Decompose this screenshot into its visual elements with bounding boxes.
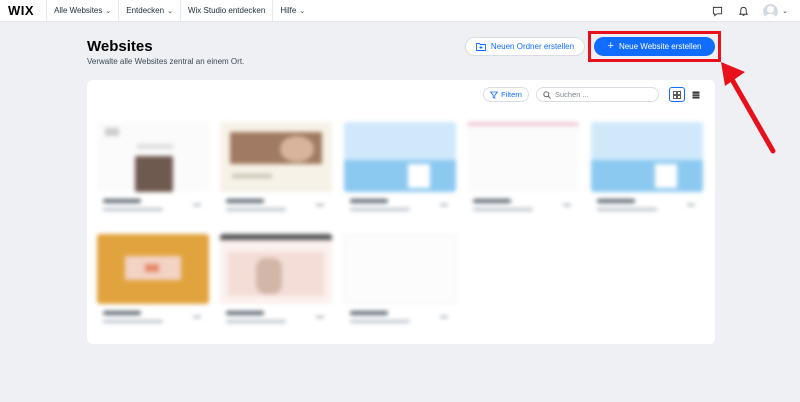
search-placeholder: Suchen ... — [555, 90, 589, 99]
create-folder-button[interactable]: Neuen Ordner erstellen — [465, 37, 585, 56]
website-name — [226, 311, 264, 315]
website-name — [350, 311, 388, 315]
more-icon[interactable] — [687, 204, 695, 206]
website-card[interactable] — [344, 122, 456, 218]
website-meta — [350, 320, 410, 323]
website-meta — [597, 208, 657, 211]
create-website-label: Neue Website erstellen — [618, 42, 702, 51]
more-icon[interactable] — [563, 204, 571, 206]
filter-button[interactable]: Filtern — [483, 87, 529, 102]
page-subtitle: Verwalte alle Websites zentral an einem … — [87, 57, 245, 66]
plus-icon: + — [607, 40, 614, 52]
filter-icon — [490, 91, 499, 99]
website-thumbnail — [97, 122, 209, 192]
more-icon[interactable] — [316, 316, 324, 318]
website-thumbnail — [220, 122, 332, 192]
chevron-down-icon: ⌄ — [299, 7, 306, 15]
folder-plus-icon — [475, 43, 486, 51]
more-icon[interactable] — [193, 204, 201, 206]
top-right-controls: ⌄ — [711, 0, 788, 22]
website-meta — [226, 320, 286, 323]
nav-label: Wix Studio entdecken — [187, 6, 266, 15]
website-meta — [103, 320, 163, 323]
website-card[interactable] — [97, 234, 209, 330]
grid-view-toggle[interactable] — [669, 87, 685, 102]
more-icon[interactable] — [440, 316, 448, 318]
nav-discover[interactable]: Entdecken ⌄ — [118, 0, 180, 22]
list-icon — [692, 91, 700, 98]
website-card[interactable] — [220, 234, 332, 330]
website-name — [226, 199, 264, 203]
avatar[interactable] — [763, 3, 779, 19]
website-card[interactable] — [220, 122, 332, 218]
website-name — [103, 199, 141, 203]
website-thumbnail — [220, 234, 332, 304]
chevron-down-icon: ⌄ — [167, 7, 173, 15]
website-name — [350, 199, 388, 203]
website-meta — [226, 208, 286, 211]
website-card[interactable] — [467, 122, 579, 218]
top-bar: WIX Alle Websites ⌄ Entdecken ⌄ Wix Studio… — [0, 0, 800, 22]
website-name — [473, 199, 511, 203]
website-thumbnail — [467, 122, 579, 192]
search-icon — [543, 90, 551, 99]
website-meta — [350, 208, 410, 211]
website-name — [103, 311, 141, 315]
more-icon[interactable] — [193, 316, 201, 318]
search-input[interactable]: Suchen ... — [536, 87, 659, 102]
website-thumbnail — [344, 122, 456, 192]
website-meta — [103, 208, 163, 211]
nav-label: Hilfe — [280, 6, 297, 15]
create-folder-label: Neuen Ordner erstellen — [490, 42, 575, 51]
website-card[interactable] — [591, 122, 703, 218]
filter-label: Filtern — [501, 90, 522, 99]
website-grid — [87, 80, 715, 344]
page-title: Websites — [87, 38, 153, 55]
website-name — [597, 199, 635, 203]
grid-icon — [673, 90, 681, 99]
nav-all-websites[interactable]: Alle Websites ⌄ — [46, 0, 118, 22]
website-thumbnail — [591, 122, 703, 192]
list-view-toggle[interactable] — [688, 87, 704, 102]
chevron-down-icon[interactable]: ⌄ — [782, 7, 788, 15]
nav-label: Alle Websites — [54, 6, 103, 15]
bell-icon[interactable] — [737, 5, 749, 17]
website-thumbnail — [97, 234, 209, 304]
more-icon[interactable] — [316, 204, 324, 206]
website-thumbnail — [344, 234, 456, 304]
websites-panel: Filtern Suchen ... — [87, 80, 715, 344]
nav-label: Entdecken — [126, 6, 165, 15]
nav-wix-studio[interactable]: Wix Studio entdecken — [179, 0, 272, 22]
nav-help[interactable]: Hilfe ⌄ — [272, 0, 312, 22]
website-card[interactable] — [97, 122, 209, 218]
red-arrow-annotation — [721, 62, 776, 154]
more-icon[interactable] — [440, 204, 448, 206]
website-card[interactable] — [344, 234, 456, 330]
chat-icon[interactable] — [711, 5, 723, 17]
website-meta — [473, 208, 533, 211]
chevron-down-icon: ⌄ — [105, 7, 112, 15]
wix-logo[interactable]: WIX — [0, 3, 46, 18]
create-website-button[interactable]: + Neue Website erstellen — [594, 37, 715, 56]
